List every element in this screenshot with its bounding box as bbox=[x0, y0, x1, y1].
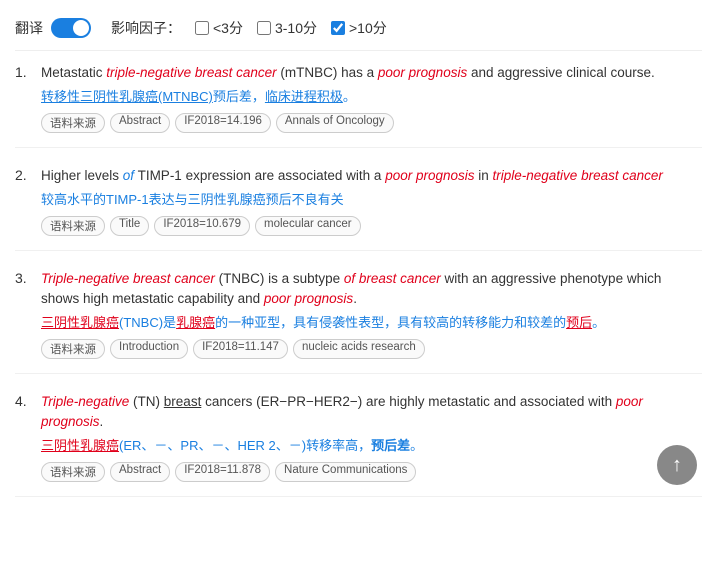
result-number-3: 3. bbox=[15, 269, 33, 359]
result-zh-3: 三阴性乳腺癌(TNBC)是乳腺癌的一种亚型，具有侵袭性表型，具有较高的转移能力和… bbox=[41, 313, 702, 333]
result-number-1: 1. bbox=[15, 63, 33, 133]
result-item-4: 4. Triple-negative (TN) breast cancers (… bbox=[15, 392, 702, 497]
en1-term1: triple-negative breast cancer bbox=[106, 65, 276, 80]
result-tags-1: 语料来源 Abstract IF2018=14.196 Annals of On… bbox=[41, 113, 702, 133]
filter-gt10-checkbox[interactable] bbox=[331, 21, 345, 35]
tag-journal4[interactable]: Nature Communications bbox=[275, 462, 416, 482]
tag-intro[interactable]: Introduction bbox=[110, 339, 188, 359]
filter-3to10-label: 3-10分 bbox=[275, 18, 317, 38]
en2-term2: triple-negative breast cancer bbox=[493, 168, 663, 183]
result-en-2: Higher levels of TIMP-1 expression are a… bbox=[41, 166, 702, 186]
scroll-top-icon: ↑ bbox=[672, 454, 682, 477]
translate-section: 翻译 bbox=[15, 18, 91, 38]
en4-term2: breast bbox=[164, 394, 202, 409]
filter-lt3-label: <3分 bbox=[213, 18, 243, 38]
tag-title[interactable]: Title bbox=[110, 216, 149, 236]
result-number-2: 2. bbox=[15, 166, 33, 236]
en3-term2: of breast cancer bbox=[344, 271, 441, 286]
zh4-text1: (ER、－、PR、－、HER 2、－)转移率高， bbox=[119, 438, 371, 453]
result-en-4: Triple-negative (TN) breast cancers (ER−… bbox=[41, 392, 702, 433]
filter-3to10-checkbox[interactable] bbox=[257, 21, 271, 35]
zh4-text2: 。 bbox=[410, 438, 423, 453]
zh1-text1: 预后差， bbox=[213, 89, 265, 104]
tag-if3: IF2018=11.147 bbox=[193, 339, 288, 359]
tag-abstract4[interactable]: Abstract bbox=[110, 462, 170, 482]
filter-lt3[interactable]: <3分 bbox=[195, 18, 243, 38]
filter-lt3-checkbox[interactable] bbox=[195, 21, 209, 35]
en4-term1: Triple-negative bbox=[41, 394, 129, 409]
zh3-term3: 预后 bbox=[566, 315, 592, 330]
tag-abstract[interactable]: Abstract bbox=[110, 113, 170, 133]
en2-of: of bbox=[123, 168, 134, 183]
tag-journal3[interactable]: nucleic acids research bbox=[293, 339, 425, 359]
zh3-term1: 三阴性乳腺癌 bbox=[41, 315, 119, 330]
scroll-top-button[interactable]: ↑ bbox=[657, 445, 697, 485]
tag-source[interactable]: 语料来源 bbox=[41, 113, 105, 133]
result-zh-4: 三阴性乳腺癌(ER、－、PR、－、HER 2、－)转移率高，预后差。 bbox=[41, 436, 702, 456]
results-list: 1. Metastatic triple-negative breast can… bbox=[15, 63, 702, 497]
result-item-2: 2. Higher levels of TIMP-1 expression ar… bbox=[15, 166, 702, 251]
en1-term2: poor prognosis bbox=[378, 65, 467, 80]
result-en-1: Metastatic triple-negative breast cancer… bbox=[41, 63, 702, 83]
tag-source4[interactable]: 语料来源 bbox=[41, 462, 105, 482]
result-zh-1: 转移性三阴性乳腺癌(MTNBC)预后差，临床进程积极。 bbox=[41, 87, 702, 107]
en4-term3: poor prognosis bbox=[41, 394, 643, 429]
filter-3to10[interactable]: 3-10分 bbox=[257, 18, 317, 38]
zh4-term2: 预后差 bbox=[371, 438, 410, 453]
filter-label: 影响因子： bbox=[111, 18, 181, 38]
result-number-4: 4. bbox=[15, 392, 33, 482]
result-tags-2: 语料来源 Title IF2018=10.679 molecular cance… bbox=[41, 216, 702, 236]
zh4-term1: 三阴性乳腺癌 bbox=[41, 438, 119, 453]
tag-journal2[interactable]: molecular cancer bbox=[255, 216, 361, 236]
tag-source2[interactable]: 语料来源 bbox=[41, 216, 105, 236]
result-content-3: Triple-negative breast cancer (TNBC) is … bbox=[41, 269, 702, 359]
result-content-4: Triple-negative (TN) breast cancers (ER−… bbox=[41, 392, 702, 482]
tag-if: IF2018=14.196 bbox=[175, 113, 271, 133]
result-content-1: Metastatic triple-negative breast cancer… bbox=[41, 63, 702, 133]
result-en-3: Triple-negative breast cancer (TNBC) is … bbox=[41, 269, 702, 310]
result-zh-2: 较高水平的TIMP-1表达与三阴性乳腺癌预后不良有关 bbox=[41, 190, 702, 210]
tag-journal[interactable]: Annals of Oncology bbox=[276, 113, 394, 133]
filter-gt10[interactable]: >10分 bbox=[331, 18, 387, 38]
toggle-thumb bbox=[73, 20, 89, 36]
toolbar: 翻译 影响因子： <3分 3-10分 >10分 bbox=[15, 10, 702, 51]
result-tags-4: 语料来源 Abstract IF2018=11.878 Nature Commu… bbox=[41, 462, 702, 482]
result-content-2: Higher levels of TIMP-1 expression are a… bbox=[41, 166, 702, 236]
zh2-text: 较高水平的TIMP-1表达与三阴性乳腺癌预后不良有关 bbox=[41, 192, 344, 207]
zh1-term2: 临床进程积极 bbox=[265, 89, 343, 104]
result-item-3: 3. Triple-negative breast cancer (TNBC) … bbox=[15, 269, 702, 374]
en2-term1: poor prognosis bbox=[385, 168, 474, 183]
zh3-text2: 的一种亚型，具有侵袭性表型，具有较高的转移能力和较差的预后。 bbox=[215, 315, 605, 330]
tag-source3[interactable]: 语料来源 bbox=[41, 339, 105, 359]
tag-if4: IF2018=11.878 bbox=[175, 462, 270, 482]
filter-section: 影响因子： <3分 3-10分 >10分 bbox=[111, 18, 387, 38]
zh3-text1: (TNBC)是 bbox=[119, 315, 176, 330]
result-tags-3: 语料来源 Introduction IF2018=11.147 nucleic … bbox=[41, 339, 702, 359]
zh1-term1: 转移性三阴性乳腺癌(MTNBC) bbox=[41, 89, 213, 104]
translate-toggle[interactable] bbox=[51, 18, 91, 38]
zh3-term2: 乳腺癌 bbox=[176, 315, 215, 330]
en3-term1: Triple-negative breast cancer bbox=[41, 271, 215, 286]
toggle-track bbox=[51, 18, 91, 38]
result-item-1: 1. Metastatic triple-negative breast can… bbox=[15, 63, 702, 148]
filter-gt10-label: >10分 bbox=[349, 18, 387, 38]
translate-label: 翻译 bbox=[15, 18, 43, 38]
tag-if2: IF2018=10.679 bbox=[154, 216, 250, 236]
en3-term3: poor prognosis bbox=[264, 291, 353, 306]
